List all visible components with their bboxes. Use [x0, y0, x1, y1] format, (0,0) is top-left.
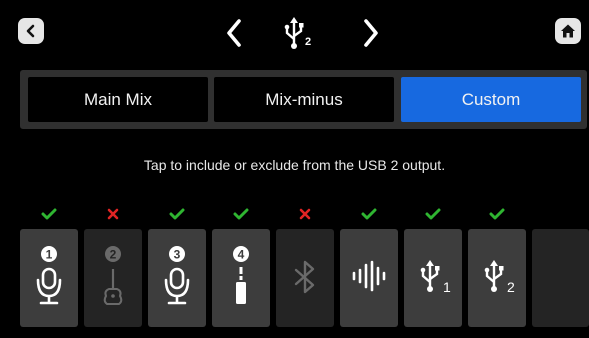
channel-tile-1[interactable]: 1: [20, 229, 78, 327]
home-button[interactable]: [555, 18, 581, 44]
usb-icon: [420, 260, 440, 292]
mix-mode-main-mix[interactable]: Main Mix: [28, 77, 208, 122]
output-title: 2: [282, 14, 318, 54]
title-subscript: 2: [305, 36, 312, 48]
channel-number: 2: [110, 248, 117, 262]
channel-tile-audio[interactable]: [340, 229, 398, 327]
cross-icon: [299, 208, 311, 220]
chevron-right-icon: [364, 19, 378, 47]
check-icon: [489, 208, 505, 220]
channel-tile-3[interactable]: 3: [148, 229, 206, 327]
check-icon: [233, 208, 249, 220]
channel-tile-usb-1[interactable]: 1: [404, 229, 462, 327]
mix-mode-custom[interactable]: Custom: [401, 77, 581, 122]
home-icon: [561, 24, 575, 38]
instruction-text: Tap to include or exclude from the USB 2…: [143, 157, 446, 173]
channel-tile-2[interactable]: 2: [84, 229, 142, 327]
cross-icon: [107, 208, 119, 220]
chevron-left-icon: [227, 19, 241, 47]
channel-number: 1: [46, 248, 53, 262]
back-button[interactable]: [18, 18, 44, 44]
check-icon: [41, 208, 57, 220]
audio-waveform-icon: [352, 260, 386, 292]
usb-channel-number: 2: [507, 279, 515, 295]
usb-icon: [284, 17, 304, 49]
channel-number: 4: [238, 248, 245, 262]
channel-tile-empty: [532, 229, 589, 327]
next-button[interactable]: [356, 16, 386, 50]
channel-tile-bluetooth[interactable]: [276, 229, 334, 327]
back-icon: [26, 24, 35, 38]
check-icon: [361, 208, 377, 220]
check-icon: [169, 208, 185, 220]
usb-icon: [484, 260, 504, 292]
bluetooth-icon: [294, 260, 315, 294]
check-icon: [425, 208, 441, 220]
mix-mode-mix-minus[interactable]: Mix-minus: [214, 77, 394, 122]
channel-number: 3: [174, 248, 181, 262]
mix-mode-selector: Main Mix Mix-minus Custom: [20, 70, 587, 129]
channel-tile-usb-2[interactable]: 2: [468, 229, 526, 327]
usb-channel-number: 1: [443, 279, 451, 295]
channel-tile-4[interactable]: 4: [212, 229, 270, 327]
previous-button[interactable]: [219, 16, 249, 50]
